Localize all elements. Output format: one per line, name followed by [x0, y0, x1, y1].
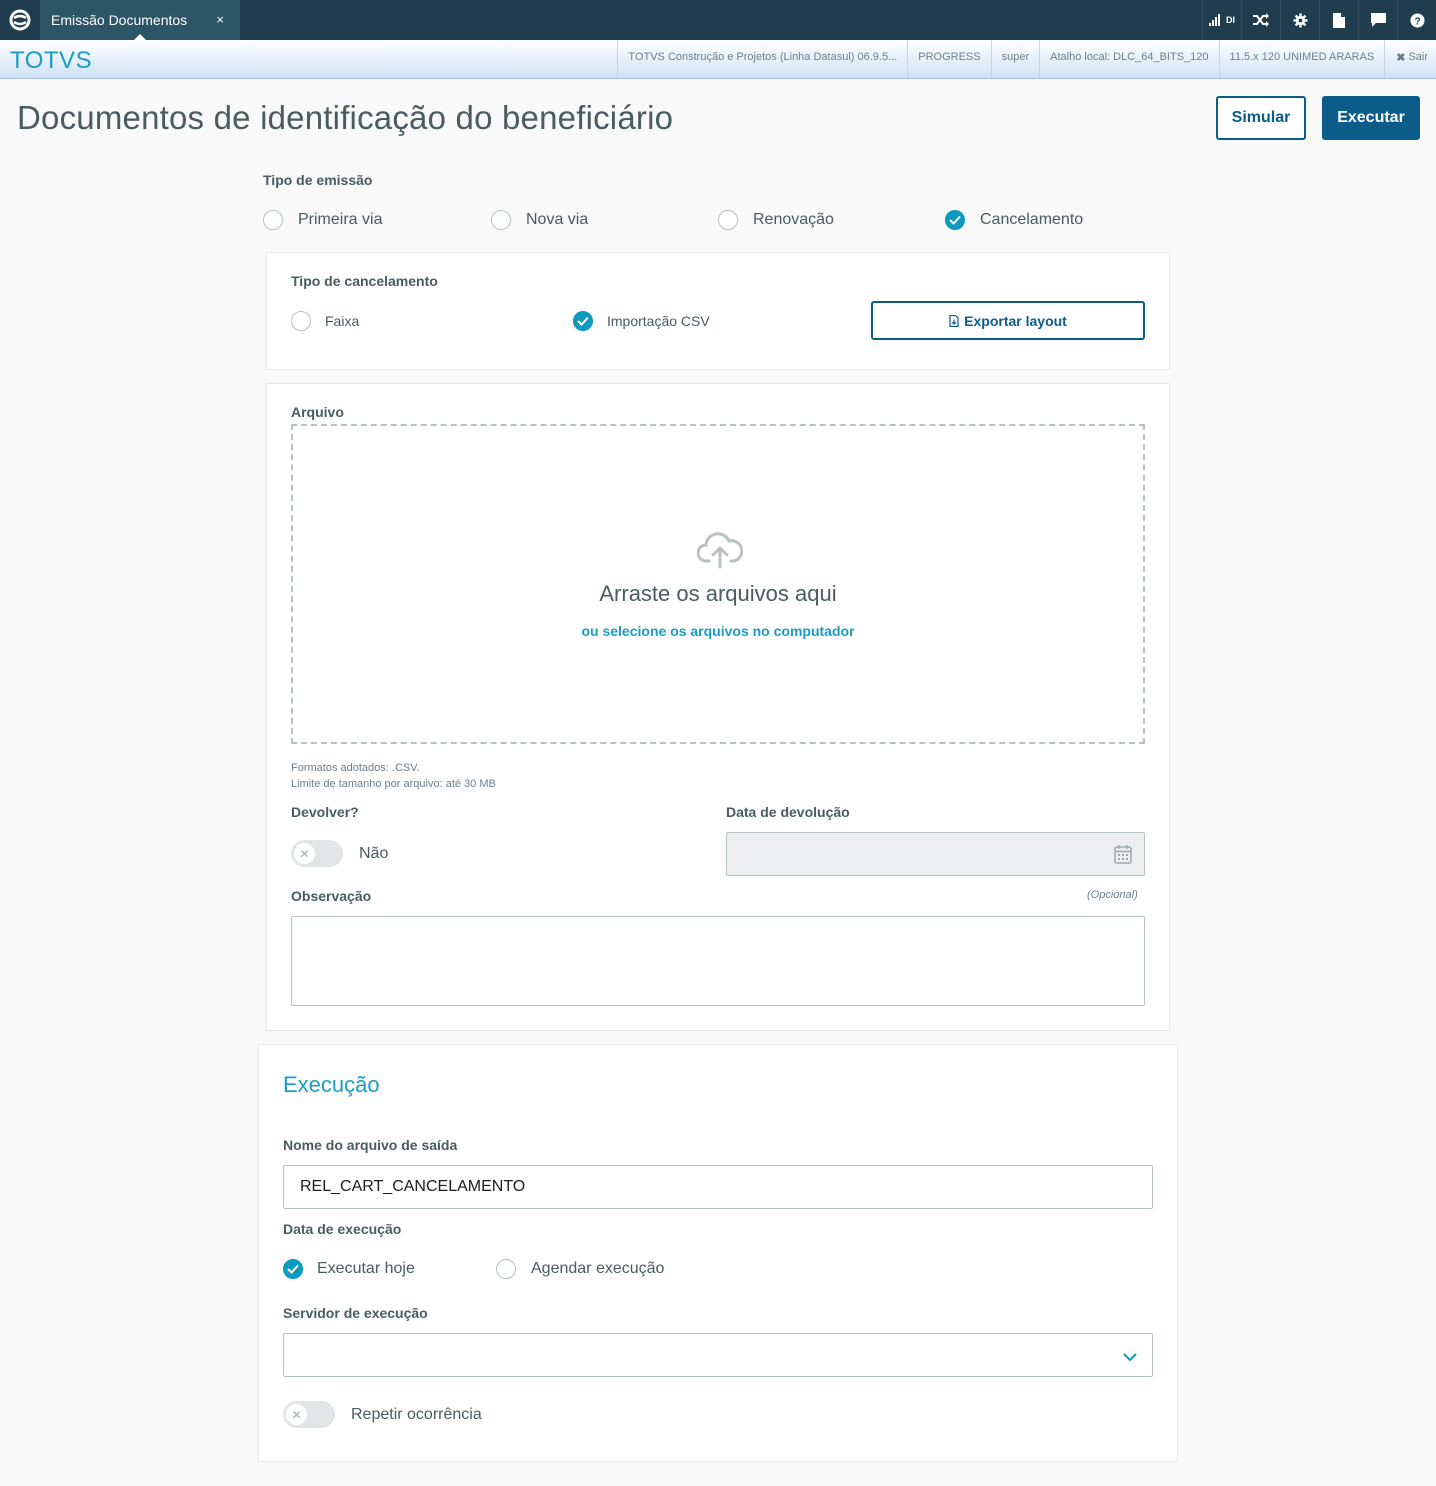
calendar-icon[interactable]: [1114, 844, 1132, 869]
size-limit-hint: Limite de tamanho por arquivo: até 30 MB: [291, 778, 496, 790]
execute-button[interactable]: Executar: [1322, 96, 1420, 140]
export-layout-button[interactable]: Exportar layout: [871, 301, 1145, 340]
radio-circle: [263, 210, 283, 230]
server-select[interactable]: [283, 1333, 1153, 1377]
status-product: TOTVS Construção e Projetos (Linha Datas…: [617, 40, 907, 78]
server-label: Servidor de execução: [283, 1305, 428, 1321]
radio-label: Cancelamento: [980, 211, 1084, 228]
file-label: Arquivo: [291, 404, 344, 420]
status-company: 11.5.x 120 UNIMED ARARAS: [1218, 40, 1385, 78]
radio-faixa[interactable]: Faixa: [291, 311, 359, 331]
gear-icon[interactable]: [1280, 0, 1319, 40]
emission-type-label: Tipo de emissão: [263, 172, 373, 188]
brand-logo: TOTVS: [10, 47, 93, 74]
radio-checked-icon: [945, 210, 965, 230]
radio-checked-icon: [573, 311, 593, 331]
return-toggle[interactable]: ✕: [291, 840, 343, 867]
radio-importacao-csv[interactable]: Importação CSV: [573, 311, 710, 331]
tab-label: Emissão Documentos: [51, 12, 188, 28]
radio-nova-via[interactable]: Nova via: [491, 210, 588, 230]
execution-title: Execução: [283, 1072, 380, 1097]
radio-label: Renovação: [753, 211, 834, 228]
tab-emissao-documentos[interactable]: Emissão Documentos ×: [40, 0, 240, 40]
upload-cloud-icon: [696, 529, 744, 574]
return-label: Devolver?: [291, 804, 359, 820]
status-items: TOTVS Construção e Projetos (Linha Datas…: [617, 40, 1436, 78]
radio-checked-icon: [283, 1259, 303, 1279]
radio-label: Faixa: [325, 313, 360, 329]
radio-agendar-execucao[interactable]: Agendar execução: [496, 1259, 664, 1279]
simulate-button[interactable]: Simular: [1216, 96, 1306, 140]
chevron-down-icon[interactable]: [1122, 1349, 1138, 1367]
shuffle-icon[interactable]: [1241, 0, 1280, 40]
return-toggle-label: Não: [359, 845, 389, 862]
document-icon[interactable]: [1319, 0, 1358, 40]
cancel-type-label: Tipo de cancelamento: [291, 273, 438, 289]
execution-card: [258, 1044, 1178, 1462]
observation-textarea[interactable]: [291, 916, 1145, 1006]
status-shortcut: Atalho local: DLC_64_BITS_120: [1039, 40, 1218, 78]
exit-button[interactable]: ✖ Sair: [1384, 40, 1436, 78]
svg-text:?: ?: [1414, 16, 1420, 27]
status-user: super: [990, 40, 1040, 78]
toggle-off-icon: ✕: [294, 843, 315, 864]
repeat-label: Repetir ocorrência: [351, 1406, 482, 1423]
radio-circle: [491, 210, 511, 230]
repeat-toggle[interactable]: ✕: [283, 1401, 335, 1428]
observation-label: Observação: [291, 888, 372, 904]
radio-primeira-via[interactable]: Primeira via: [263, 210, 382, 230]
export-file-icon: [949, 314, 959, 327]
tab-close-icon[interactable]: ×: [216, 12, 224, 27]
top-bar: Emissão Documentos × DI ?: [0, 0, 1436, 40]
output-file-label: Nome do arquivo de saída: [283, 1137, 458, 1153]
signal-label: DI: [1226, 15, 1235, 25]
output-file-input[interactable]: REL_CART_CANCELAMENTO: [283, 1165, 1153, 1209]
radio-label: Nova via: [526, 211, 589, 228]
select-files-link[interactable]: ou selecione os arquivos no computador: [293, 623, 1143, 639]
toggle-off-icon: ✕: [286, 1404, 307, 1425]
help-icon[interactable]: ?: [1397, 0, 1436, 40]
drop-title: Arraste os arquivos aqui: [599, 581, 837, 606]
radio-executar-hoje[interactable]: Executar hoje: [283, 1259, 415, 1279]
exit-icon: ✖: [1396, 52, 1406, 64]
radio-renovacao[interactable]: Renovação: [718, 210, 834, 230]
exit-label: Sair: [1408, 51, 1428, 63]
status-bar: TOTVS TOTVS Construção e Projetos (Linha…: [0, 40, 1436, 79]
radio-cancelamento[interactable]: Cancelamento: [945, 210, 1083, 230]
radio-label: Agendar execução: [531, 1260, 665, 1277]
radio-label: Importação CSV: [607, 313, 710, 329]
export-layout-label: Exportar layout: [964, 312, 1067, 329]
radio-circle: [718, 210, 738, 230]
return-date-label: Data de devolução: [726, 804, 850, 820]
radio-circle: [291, 311, 311, 331]
file-dropzone[interactable]: Arraste os arquivos aqui ou selecione os…: [291, 424, 1145, 744]
formats-hint: Formatos adotados: .CSV.: [291, 762, 420, 774]
execution-date-label: Data de execução: [283, 1221, 402, 1237]
status-database: PROGRESS: [907, 40, 990, 78]
chat-icon[interactable]: [1358, 0, 1397, 40]
top-icons: DI ?: [1202, 0, 1436, 40]
signal-icon[interactable]: DI: [1202, 0, 1241, 40]
radio-label: Primeira via: [298, 211, 383, 228]
return-date-field[interactable]: [726, 832, 1145, 876]
radio-label: Executar hoje: [317, 1260, 415, 1277]
totvs-logo-icon[interactable]: [0, 0, 40, 40]
optional-hint: (Opcional): [1087, 889, 1138, 901]
page-title: Documentos de identificação do beneficiá…: [17, 99, 674, 136]
radio-circle: [496, 1259, 516, 1279]
